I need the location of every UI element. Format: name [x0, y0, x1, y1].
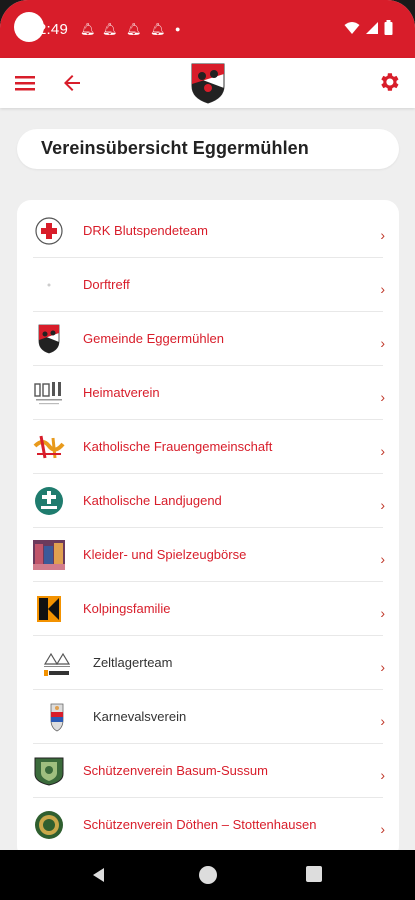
chevron-right-icon: ›	[380, 281, 385, 297]
kljb-logo-icon	[35, 487, 63, 515]
kleiderboerse-photo-icon	[33, 540, 65, 570]
kfd-logo-icon	[33, 435, 65, 459]
club-list: DRK Blutspendeteam › Dorftreff › Gemeind…	[17, 200, 399, 860]
schuetzen-basum-crest-icon	[34, 757, 64, 786]
list-item-kolpingsfamilie[interactable]: Kolpingsfamilie ›	[17, 582, 399, 636]
app-screen: 2:49 🔔︎ 🔔︎ 🔔︎ 🔔︎ ● Vereinsübersicht Egge…	[0, 0, 415, 900]
list-item-label: Dorftreff	[83, 277, 130, 292]
system-nav-bar	[0, 850, 415, 900]
list-item-heimatverein[interactable]: Heimatverein ›	[17, 366, 399, 420]
schuetzen-doethen-crest-icon	[35, 811, 63, 839]
dorftreff-logo-icon	[47, 283, 51, 287]
list-item-gemeinde-eggermuehlen[interactable]: Gemeinde Eggermühlen ›	[17, 312, 399, 366]
list-item-dorftreff[interactable]: Dorftreff ›	[17, 258, 399, 312]
more-notifications-dot-icon: ●	[175, 24, 181, 34]
menu-icon[interactable]	[14, 72, 36, 94]
status-time: 2:49	[38, 21, 68, 38]
list-item-label: Gemeinde Eggermühlen	[83, 331, 224, 346]
chevron-right-icon: ›	[380, 389, 385, 405]
list-item-kleider-und-spielzeugboerse[interactable]: Kleider- und Spielzeugbörse ›	[17, 528, 399, 582]
list-item-zeltlagerteam[interactable]: Zeltlagerteam ›	[17, 636, 399, 690]
heimatverein-logo-icon	[34, 382, 62, 405]
list-item-label: Kolpingsfamilie	[83, 601, 171, 616]
municipality-crest-icon	[191, 63, 225, 104]
kolping-logo-icon	[37, 596, 61, 622]
page-title-card: Vereinsübersicht Eggermühlen	[17, 129, 399, 169]
list-item-katholische-frauengemeinschaft[interactable]: Katholische Frauengemeinschaft ›	[17, 420, 399, 474]
wifi-icon	[344, 21, 360, 34]
nav-back-icon[interactable]	[90, 866, 108, 884]
nav-recents-icon[interactable]	[306, 866, 322, 882]
list-item-schuetzenverein-basum-sussum[interactable]: Schützenverein Basum-Sussum ›	[17, 744, 399, 798]
list-item-label: Katholische Landjugend	[83, 493, 222, 508]
gemeinde-crest-icon	[38, 324, 60, 354]
list-item-label: Schützenverein Döthen – Stottenhausen	[83, 817, 317, 832]
list-item-label: Heimatverein	[83, 385, 160, 400]
karneval-crest-icon	[50, 703, 64, 732]
list-item-katholische-landjugend[interactable]: Katholische Landjugend ›	[17, 474, 399, 528]
chevron-right-icon: ›	[380, 767, 385, 783]
status-icons	[344, 20, 393, 35]
list-item-label: Kleider- und Spielzeugbörse	[83, 547, 247, 562]
list-item-label: Karnevalsverein	[93, 709, 187, 724]
drk-logo-icon	[35, 217, 63, 245]
bell-icon: 🔔︎	[102, 22, 118, 36]
app-bar	[0, 58, 415, 108]
back-arrow-icon[interactable]	[60, 71, 84, 95]
nav-home-icon[interactable]	[199, 866, 217, 884]
chevron-right-icon: ›	[380, 713, 385, 729]
page-title: Vereinsübersicht Eggermühlen	[41, 138, 309, 158]
bell-icon: 🔔︎	[80, 22, 96, 36]
chevron-right-icon: ›	[380, 227, 385, 243]
chevron-right-icon: ›	[380, 821, 385, 837]
list-item-karnevalsverein[interactable]: Karnevalsverein ›	[17, 690, 399, 744]
list-item-label: Zeltlagerteam	[93, 655, 173, 670]
chevron-right-icon: ›	[380, 335, 385, 351]
chevron-right-icon: ›	[380, 551, 385, 567]
list-item-label: Katholische Frauengemeinschaft	[83, 439, 273, 454]
battery-icon	[384, 20, 393, 35]
chevron-right-icon: ›	[380, 605, 385, 621]
chevron-right-icon: ›	[380, 497, 385, 513]
list-item-label: Schützenverein Basum-Sussum	[83, 763, 268, 778]
bell-icon: 🔔︎	[150, 22, 166, 36]
zeltlager-logo-icon	[43, 652, 71, 676]
list-item-label: DRK Blutspendeteam	[83, 223, 209, 238]
chevron-right-icon: ›	[380, 443, 385, 459]
list-item-schuetzenverein-doethen-stottenhausen[interactable]: Schützenverein Döthen – Stottenhausen ›	[17, 798, 399, 852]
list-item-drk-blutspendeteam[interactable]: DRK Blutspendeteam ›	[17, 204, 399, 258]
status-bar: 2:49 🔔︎ 🔔︎ 🔔︎ 🔔︎ ●	[0, 0, 415, 58]
signal-icon	[366, 21, 378, 34]
gear-icon[interactable]	[377, 70, 401, 94]
chevron-right-icon: ›	[380, 659, 385, 675]
bell-icon: 🔔︎	[126, 22, 142, 36]
